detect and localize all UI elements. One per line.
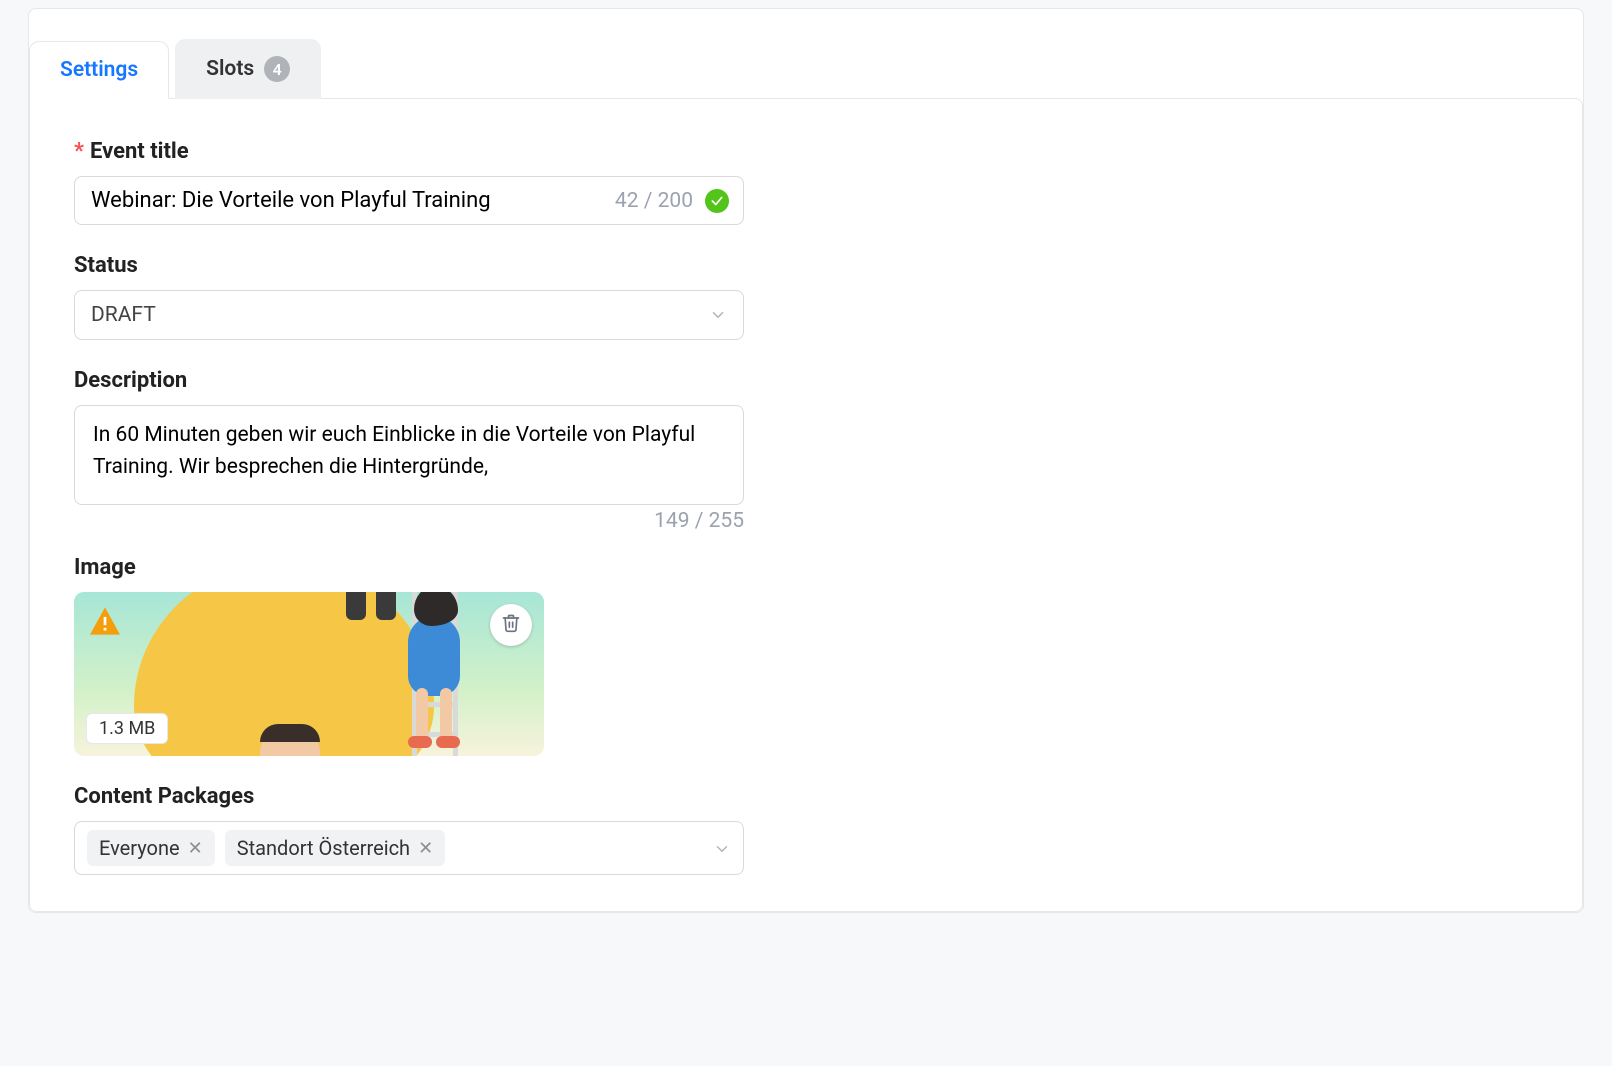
tab-settings[interactable]: Settings: [29, 41, 169, 99]
close-icon: ✕: [188, 838, 203, 859]
status-label: Status: [74, 253, 744, 278]
event-title-label-text: Event title: [90, 139, 189, 164]
illustration-peek-hair: [260, 724, 320, 742]
tab-bar: Settings Slots 4: [29, 9, 1583, 99]
settings-panel: * Event title 42 / 200 Status DRAFT: [29, 98, 1583, 912]
tab-slots-label: Slots: [206, 57, 254, 81]
status-select[interactable]: DRAFT: [74, 290, 744, 340]
illustration-person: [386, 592, 476, 738]
description-textarea-box: [74, 405, 744, 505]
delete-image-button[interactable]: [490, 604, 532, 646]
illustration-stripe: [346, 592, 366, 620]
image-label: Image: [74, 555, 744, 580]
tab-slots-count-badge: 4: [264, 56, 290, 82]
content-packages-label: Content Packages: [74, 784, 744, 809]
event-title-input[interactable]: [89, 187, 603, 214]
field-description: Description 149 / 255: [74, 368, 744, 533]
field-content-packages: Content Packages Everyone ✕ Standort Öst…: [74, 784, 744, 875]
event-title-label: * Event title: [74, 139, 744, 164]
content-packages-select[interactable]: Everyone ✕ Standort Österreich ✕: [74, 821, 744, 875]
check-circle-icon: [705, 189, 729, 213]
tab-slots[interactable]: Slots 4: [175, 39, 321, 99]
image-preview: 1.3 MB: [74, 592, 544, 756]
trash-icon: [501, 613, 521, 637]
tag-remove-button[interactable]: ✕: [418, 838, 433, 859]
tab-settings-label: Settings: [60, 58, 138, 82]
description-counter: 149 / 255: [654, 509, 744, 533]
event-title-counter: 42 / 200: [615, 189, 693, 213]
field-status: Status DRAFT: [74, 253, 744, 340]
description-textarea[interactable]: [91, 418, 727, 486]
status-value: DRAFT: [91, 303, 156, 327]
tag-label: Everyone: [99, 836, 180, 860]
field-event-title: * Event title 42 / 200: [74, 139, 744, 225]
description-label: Description: [74, 368, 744, 393]
tag-chip: Everyone ✕: [87, 830, 215, 866]
event-title-input-box: 42 / 200: [74, 176, 744, 225]
chevron-down-icon: [713, 839, 731, 857]
tag-label: Standort Österreich: [237, 836, 410, 860]
close-icon: ✕: [418, 838, 433, 859]
field-image: Image: [74, 555, 744, 756]
chevron-down-icon: [709, 306, 727, 324]
tag-chip: Standort Österreich ✕: [225, 830, 445, 866]
required-mark: *: [74, 139, 84, 164]
warning-icon: [88, 606, 122, 636]
image-size-badge: 1.3 MB: [86, 713, 168, 744]
tag-remove-button[interactable]: ✕: [188, 838, 203, 859]
